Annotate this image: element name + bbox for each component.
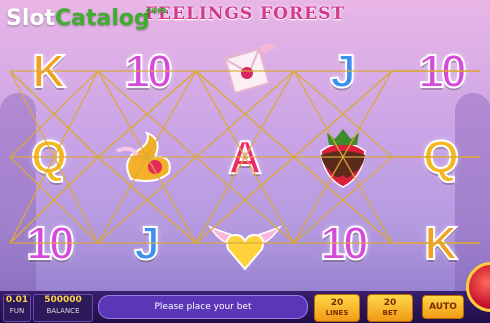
status-message: Please place your bet [98,295,308,319]
symbol-10: 10 [123,45,173,97]
reel-cell [98,114,196,200]
bet-button[interactable]: 20 BET [367,294,413,322]
reel-5: 10 Q K [392,28,490,286]
bet-button-label: BET [382,309,398,317]
bet-value-label: FUN [9,307,25,315]
reel-cell: 10 [392,28,490,114]
symbol-10: 10 [417,45,467,97]
control-panel: 0.01 FUN 500000 BALANCE Please place you… [0,291,490,323]
symbol-q: Q [422,131,460,183]
reel-cell: Q [0,114,98,200]
reel-cell: 10 [294,200,392,286]
balance-value: 500000 [44,295,82,305]
bet-button-value: 20 [383,298,397,308]
lines-label: LINES [325,309,349,317]
game-screen: FEELINGS FOREST SlotCatalogcom K Q 10 10 J A J… [0,0,490,323]
reel-3: A [196,28,294,286]
auto-button[interactable]: AUTO [422,295,464,319]
balance-box: 500000 BALANCE [33,294,93,322]
symbol-j: J [133,217,161,269]
symbol-a: A [227,131,262,183]
swan-symbol [111,121,183,193]
reel-cell: J [98,200,196,286]
reel-cell [196,28,294,114]
reel-cell: Q [392,114,490,200]
reel-1: K Q 10 [0,28,98,286]
balance-label: BALANCE [46,307,80,315]
symbol-j: J [329,45,357,97]
love-letter-symbol [207,35,283,107]
reel-cell: K [0,28,98,114]
winged-heart-symbol [202,205,288,281]
bet-value: 0.01 [5,295,29,305]
bet-value-box: 0.01 FUN [3,294,31,322]
watermark-suffix: com [145,6,167,16]
reel-cell: 10 [0,200,98,286]
lines-value: 20 [330,298,344,308]
reels-area: K Q 10 10 J A J 10 10 Q K [0,28,490,286]
lines-button[interactable]: 20 LINES [314,294,360,322]
symbol-10: 10 [319,217,369,269]
symbol-q: Q [30,131,68,183]
reel-cell: J [294,28,392,114]
symbol-k: K [31,45,66,97]
reel-4: J 10 [294,28,392,286]
reel-cell: A [196,114,294,200]
chocolate-strawberry-symbol [307,121,379,193]
reel-cell: 10 [98,28,196,114]
reel-cell [294,114,392,200]
symbol-10: 10 [25,217,75,269]
symbol-k: K [423,217,458,269]
reel-cell [196,200,294,286]
reel-2: 10 J [98,28,196,286]
